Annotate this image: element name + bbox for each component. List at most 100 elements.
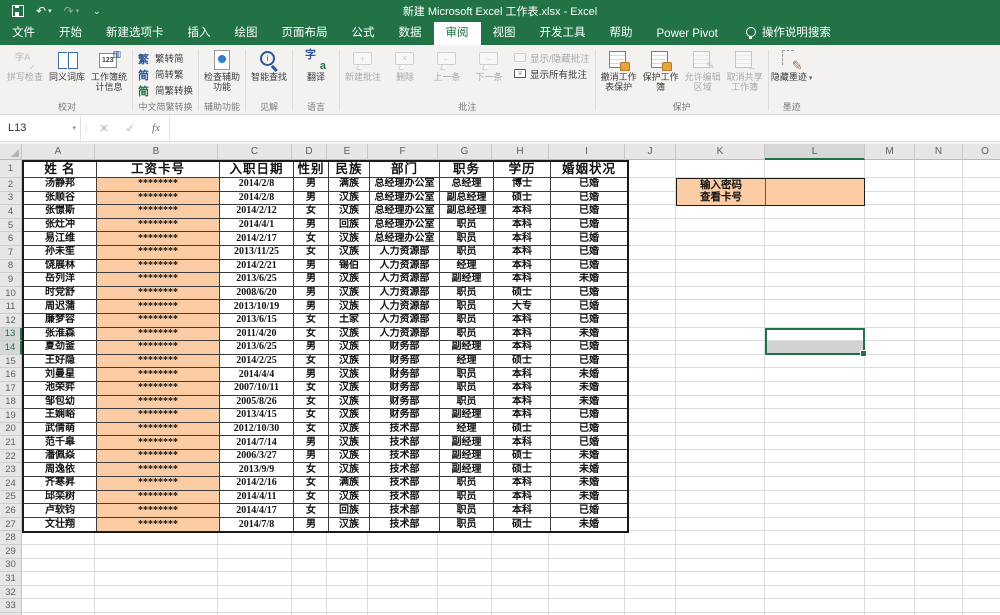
table-cell[interactable]: 汉族 [329,396,370,410]
grid-cell[interactable] [765,205,865,219]
row-header-33[interactable]: 33 [0,599,22,613]
grid-cell[interactable] [963,355,1000,369]
table-cell[interactable]: 回族 [329,504,370,518]
grid-cell[interactable] [865,423,915,437]
table-cell[interactable]: 汤静邦 [24,178,97,192]
grid-cell[interactable] [22,545,95,559]
table-cell[interactable]: 本科 [494,205,551,219]
table-cell[interactable]: 女 [294,409,329,423]
table-cell[interactable]: 张淮森 [24,328,97,342]
row-header-8[interactable]: 8 [0,260,22,274]
table-cell[interactable]: 女 [294,328,329,342]
grid-cell[interactable] [915,409,963,423]
table-cell[interactable]: 女 [294,491,329,505]
fill-handle[interactable] [860,350,867,357]
show-all-comments-button[interactable]: 显示所有批注 [510,66,593,82]
grid-cell[interactable] [292,599,327,613]
name-box[interactable]: L13 ▾ [0,115,81,141]
table-cell[interactable]: 2013/9/9 [220,463,294,477]
table-cell[interactable]: 副经理 [440,273,494,287]
grid-cell[interactable] [963,491,1000,505]
table-cell[interactable]: 硕士 [494,450,551,464]
row-header-22[interactable]: 22 [0,450,22,464]
grid-cell[interactable] [963,409,1000,423]
table-cell[interactable]: 经理 [440,355,494,369]
table-cell[interactable]: ******** [97,232,220,246]
table-cell[interactable]: 财务部 [370,368,440,382]
row-header-25[interactable]: 25 [0,491,22,505]
table-cell[interactable]: 已婚 [551,246,627,260]
table-cell[interactable]: 女 [294,246,329,260]
grid-cell[interactable] [915,477,963,491]
table-cell[interactable]: 2014/4/17 [220,504,294,518]
table-cell[interactable]: 已婚 [551,192,627,206]
table-cell[interactable]: 已婚 [551,260,627,274]
grid-cell[interactable] [963,178,1000,192]
grid-cell[interactable] [438,531,492,545]
table-cell[interactable]: 汉族 [329,368,370,382]
password-input-area[interactable] [766,179,864,205]
grid-cell[interactable] [915,355,963,369]
row-header-9[interactable]: 9 [0,273,22,287]
table-cell[interactable]: 女 [294,232,329,246]
grid-cell[interactable] [676,586,765,600]
grid-cell[interactable] [625,192,676,206]
table-cell[interactable]: 2014/2/25 [220,355,294,369]
table-cell[interactable]: 齐寒昇 [24,477,97,491]
simp-to-trad-button[interactable]: 简转繁 [135,66,196,82]
table-cell[interactable]: 人力资源部 [370,314,440,328]
grid-cell[interactable] [915,463,963,477]
table-cell[interactable]: 财务部 [370,341,440,355]
grid-cell[interactable] [292,531,327,545]
table-cell[interactable]: 未婚 [551,477,627,491]
table-cell[interactable]: 职员 [440,368,494,382]
grid-cell[interactable] [625,423,676,437]
grid-cell[interactable] [963,341,1000,355]
grid-cell[interactable] [963,192,1000,206]
table-cell[interactable]: 人力资源部 [370,273,440,287]
row-header-13[interactable]: 13 [0,328,22,342]
column-header-N[interactable]: N [915,144,963,160]
grid-cell[interactable] [549,586,625,600]
table-cell[interactable]: 本科 [494,491,551,505]
table-cell[interactable]: 女 [294,382,329,396]
grid-cell[interactable] [625,219,676,233]
table-cell[interactable]: 未婚 [551,491,627,505]
table-cell[interactable]: 本科 [494,273,551,287]
table-cell[interactable]: 男 [294,260,329,274]
grid-cell[interactable] [676,545,765,559]
grid-cell[interactable] [963,545,1000,559]
table-cell[interactable]: ******** [97,300,220,314]
grid-cell[interactable] [963,205,1000,219]
table-cell[interactable]: ******** [97,328,220,342]
grid-cell[interactable] [915,586,963,600]
grid-cell[interactable] [915,396,963,410]
grid-cell[interactable] [865,491,915,505]
grid-cell[interactable] [865,260,915,274]
grid-cell[interactable] [915,232,963,246]
grid-cell[interactable] [292,586,327,600]
grid-cell[interactable] [865,178,915,192]
table-cell[interactable]: 孙未笙 [24,246,97,260]
grid-cell[interactable] [438,586,492,600]
table-cell[interactable]: 人力资源部 [370,246,440,260]
grid-cell[interactable] [963,436,1000,450]
grid-cell[interactable] [865,599,915,613]
undo-button[interactable]: ↶▾ [36,5,52,17]
grid-cell[interactable] [438,599,492,613]
tab-page-layout[interactable]: 页面布局 [270,20,340,45]
grid-cell[interactable] [676,232,765,246]
tab-file[interactable]: 文件 [0,20,47,45]
table-cell[interactable]: 王娴峪 [24,409,97,423]
table-cell[interactable]: 夏劲釜 [24,341,97,355]
table-cell[interactable]: ******** [97,396,220,410]
column-header-L[interactable]: L [765,144,865,160]
grid-cell[interactable] [625,504,676,518]
grid-cell[interactable] [368,572,438,586]
column-header-I[interactable]: I [549,144,625,160]
table-cell[interactable]: 2014/4/1 [220,219,294,233]
table-header-cell[interactable]: 工资卡号 [97,162,220,178]
table-cell[interactable]: 2013/6/25 [220,273,294,287]
row-header-17[interactable]: 17 [0,382,22,396]
grid-cell[interactable] [915,504,963,518]
